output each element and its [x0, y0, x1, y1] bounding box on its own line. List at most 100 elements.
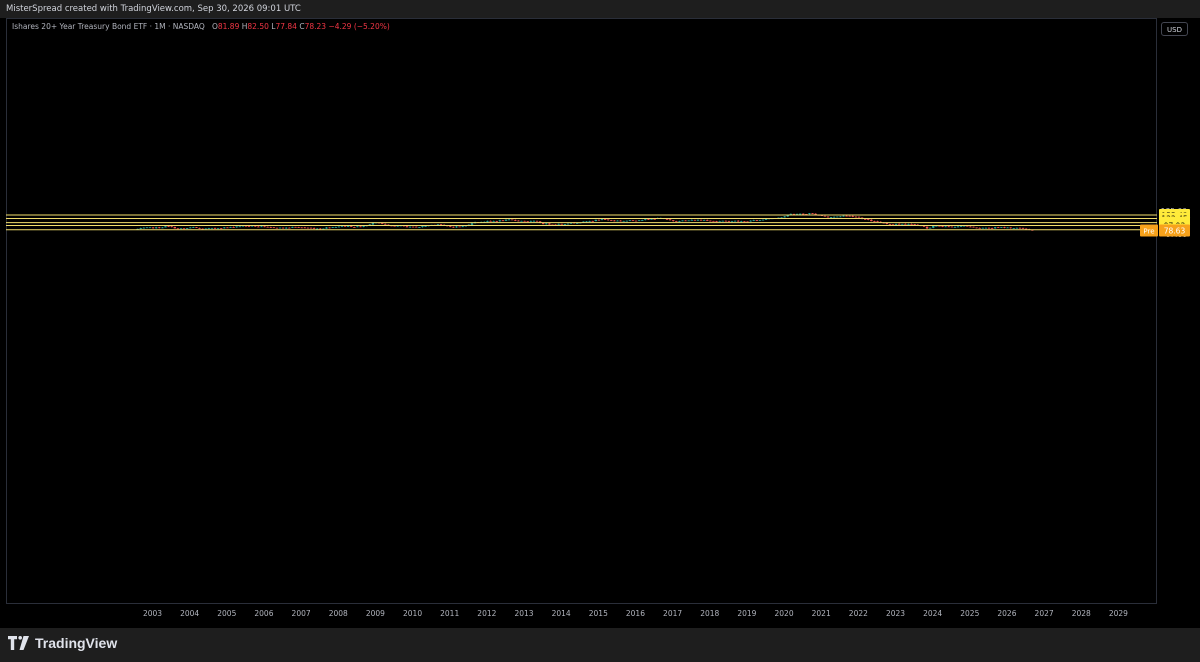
x-tick-label: 2021	[812, 609, 831, 618]
candle-body	[238, 226, 242, 228]
candle-body	[1000, 227, 1003, 228]
candle-body	[622, 220, 625, 222]
candle-body	[167, 226, 170, 228]
candle-body	[511, 219, 514, 221]
candle-body	[628, 220, 632, 222]
x-tick-label: 2006	[254, 609, 273, 618]
candle-body	[269, 227, 272, 229]
candle-body	[591, 220, 594, 222]
candle-body	[281, 227, 285, 229]
candle-body	[328, 227, 331, 229]
candle-body	[907, 224, 910, 225]
candle-body	[548, 223, 551, 225]
candle-body	[300, 227, 303, 229]
candle-body	[278, 227, 282, 229]
candle-body	[223, 227, 226, 229]
candle-body	[158, 227, 161, 229]
candle-body	[702, 219, 706, 221]
candle-body	[288, 227, 291, 229]
candle-body	[619, 220, 622, 222]
candle-body	[730, 221, 734, 223]
candle-body	[668, 219, 672, 221]
x-tick-label: 2016	[626, 609, 645, 618]
x-tick-label: 2019	[737, 609, 756, 618]
x-tick-label: 2013	[514, 609, 533, 618]
candle-body	[498, 220, 502, 222]
candle-body	[139, 228, 142, 229]
candle-body	[867, 219, 870, 220]
candle-body	[260, 226, 263, 228]
x-tick-label: 2005	[217, 609, 236, 618]
candle-body	[585, 221, 588, 223]
candle-body	[216, 228, 220, 230]
candle-body	[1015, 227, 1019, 229]
candle-body	[343, 225, 347, 227]
candle-body	[507, 219, 511, 221]
candle-body	[811, 213, 814, 215]
candle-body	[486, 220, 489, 222]
candle-body	[526, 221, 529, 223]
brand-name: TradingView	[35, 635, 118, 651]
candle-body	[863, 218, 867, 220]
candle-body	[322, 228, 325, 230]
candle-body	[356, 226, 359, 228]
candle-body	[625, 220, 628, 222]
x-tick-label: 2017	[663, 609, 682, 618]
candle-body	[1006, 227, 1009, 229]
candle-body	[653, 218, 656, 220]
pre-market-tag-label: Pre	[1143, 227, 1154, 235]
candle-body	[898, 223, 901, 225]
x-tick-label: 2029	[1109, 609, 1128, 618]
candle-body	[928, 227, 932, 229]
candle-body	[888, 223, 892, 225]
candle-body	[823, 215, 827, 217]
candle-body	[247, 226, 251, 227]
candle-body	[953, 226, 957, 228]
candle-body	[647, 219, 650, 221]
candle-body	[808, 213, 811, 215]
candle-body	[204, 228, 207, 230]
candle-body	[987, 227, 991, 229]
candle-body	[842, 215, 845, 217]
candle-body	[362, 226, 365, 228]
candle-body	[340, 225, 344, 227]
candle-body	[411, 226, 415, 228]
candle-body	[405, 226, 409, 228]
candle-body	[588, 220, 591, 222]
candle-body	[681, 220, 684, 222]
candle-body	[189, 227, 192, 229]
candle-body	[541, 223, 545, 225]
x-tick-label: 2015	[589, 609, 608, 618]
candle-body	[452, 226, 455, 228]
candle-body	[802, 213, 805, 215]
candle-body	[913, 224, 916, 225]
candle-body	[990, 228, 994, 229]
candle-body	[755, 220, 759, 221]
candle-body	[993, 227, 997, 229]
candle-body	[176, 228, 180, 230]
candle-body	[566, 223, 570, 225]
candle-body	[213, 227, 217, 229]
candle-body	[944, 226, 947, 228]
candle-body	[613, 220, 616, 222]
candle-body	[285, 227, 288, 229]
candle-body	[833, 216, 836, 218]
candle-body	[1018, 227, 1022, 229]
candle-body	[424, 226, 427, 227]
candle-body	[226, 227, 229, 229]
candle-body	[173, 226, 176, 229]
candle-body	[678, 221, 681, 223]
candle-body	[148, 227, 152, 229]
tradingview-logo[interactable]: TradingView	[8, 632, 117, 654]
x-tick-label: 2008	[329, 609, 348, 618]
candle-body	[492, 221, 495, 222]
candle-body	[461, 226, 464, 228]
candle-body	[764, 219, 768, 220]
candle-body	[672, 220, 675, 222]
candle-body	[319, 228, 322, 230]
candle-body	[826, 216, 830, 218]
candle-body	[687, 220, 690, 222]
candle-body	[693, 219, 697, 221]
candle-body	[232, 227, 235, 228]
candle-body	[706, 219, 709, 221]
